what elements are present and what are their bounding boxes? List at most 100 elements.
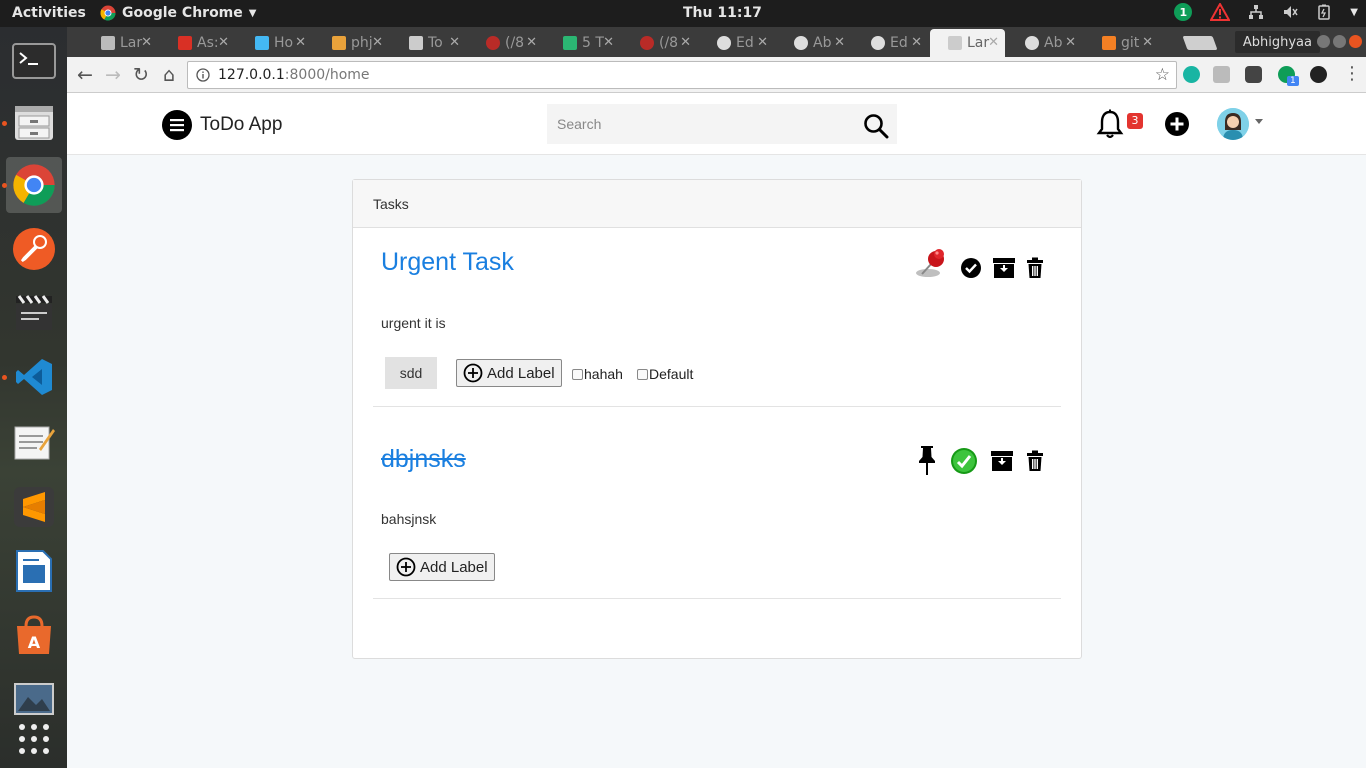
completed-check-icon[interactable] [950, 447, 978, 475]
add-label-button[interactable]: Add Label [456, 359, 562, 387]
browser-tab[interactable]: (/8 ✕ [622, 29, 697, 57]
dock-text-editor[interactable] [6, 413, 62, 469]
browser-tab[interactable]: Ab ✕ [1007, 29, 1082, 57]
new-tab-button[interactable] [1182, 36, 1218, 50]
update-badge[interactable]: 1 [1174, 3, 1193, 21]
dock-software-center[interactable]: A [6, 607, 62, 663]
dock-show-applications[interactable] [6, 711, 62, 767]
warning-icon[interactable] [1210, 3, 1231, 21]
files-icon [15, 106, 53, 140]
add-label-text: Add Label [420, 558, 488, 576]
hahah-checkbox[interactable] [572, 368, 583, 380]
browser-tab-strip: Lar ✕ As: ✕ Ho ✕ phj ✕ To ✕ (/8 ✕ 5 T ✕ (/8 ✕ Ed ✕ Ab ✕ Ed ✕ L… [67, 27, 1366, 57]
browser-tab[interactable]: Lar ✕ [930, 29, 1005, 57]
search-icon[interactable] [863, 113, 889, 139]
add-label-button[interactable]: Add Label [389, 553, 495, 581]
trash-icon[interactable] [1026, 257, 1044, 279]
activities-button[interactable]: Activities [12, 5, 86, 21]
label-option-default[interactable]: Default [637, 366, 693, 382]
extension-mail-icon[interactable] [1213, 66, 1230, 83]
clock[interactable]: Thu 11:17 [683, 5, 762, 21]
task-title[interactable]: dbjnsks [381, 445, 466, 474]
profile-button[interactable]: Abhighyaa [1234, 31, 1320, 53]
task-title[interactable]: Urgent Task [381, 248, 514, 277]
browser-tab-label: 5 T [582, 35, 604, 51]
battery-icon[interactable] [1316, 4, 1332, 20]
trash-icon[interactable] [1026, 450, 1044, 472]
close-tab-icon[interactable]: ✕ [680, 35, 691, 50]
app-menu[interactable]: Google Chrome ▼ [100, 5, 256, 21]
close-tab-icon[interactable]: ✕ [141, 35, 152, 50]
app-menu-label: Google Chrome [122, 5, 243, 21]
close-tab-icon[interactable]: ✕ [295, 35, 306, 50]
browser-tab[interactable]: Ho ✕ [237, 29, 312, 57]
minimize-button[interactable] [1317, 35, 1330, 48]
close-window-button[interactable] [1349, 35, 1362, 48]
extension-keep-icon[interactable] [1245, 66, 1262, 83]
browser-tab[interactable]: phj ✕ [314, 29, 389, 57]
dock-writer[interactable] [6, 543, 62, 599]
dock-postman[interactable] [6, 221, 62, 277]
close-tab-icon[interactable]: ✕ [218, 35, 229, 50]
network-icon[interactable] [1248, 4, 1264, 20]
dock-video-editor[interactable] [6, 285, 62, 341]
hamburger-menu-icon[interactable] [162, 110, 192, 140]
task-label-chip[interactable]: sdd [385, 357, 437, 389]
maximize-button[interactable] [1333, 35, 1346, 48]
browser-tab[interactable]: (/8 ✕ [468, 29, 543, 57]
dock-chrome[interactable] [6, 157, 62, 213]
dock-files[interactable] [6, 95, 62, 151]
forward-button[interactable]: → [103, 65, 123, 85]
system-menu-chevron-icon[interactable]: ▼ [1350, 7, 1358, 18]
close-tab-icon[interactable]: ✕ [449, 35, 460, 50]
complete-check-icon[interactable] [960, 257, 982, 279]
close-tab-icon[interactable]: ✕ [757, 35, 768, 50]
browser-tab[interactable]: Ed ✕ [699, 29, 774, 57]
link-icon [563, 36, 577, 50]
browser-menu-icon[interactable]: ⋮ [1343, 64, 1361, 84]
close-tab-icon[interactable]: ✕ [372, 35, 383, 50]
add-task-icon[interactable] [1164, 111, 1190, 137]
browser-tab[interactable]: git ✕ [1084, 29, 1159, 57]
home-button[interactable]: ⌂ [159, 65, 179, 85]
label-option-hahah[interactable]: hahah [572, 366, 623, 382]
browser-toolbar: ← → ↻ ⌂ 127.0.0.1:8000/home ☆ 1 ⋮ [67, 57, 1366, 93]
close-tab-icon[interactable]: ✕ [988, 35, 999, 50]
browser-tab[interactable]: Lar ✕ [83, 29, 158, 57]
close-tab-icon[interactable]: ✕ [1142, 35, 1153, 50]
user-avatar[interactable] [1217, 108, 1249, 140]
volume-icon[interactable] [1282, 4, 1298, 20]
browser-tab[interactable]: Ed ✕ [853, 29, 928, 57]
browser-tab[interactable]: To ✕ [391, 29, 466, 57]
pushpin-pinned-icon[interactable] [914, 248, 950, 280]
close-tab-icon[interactable]: ✕ [603, 35, 614, 50]
dock-vscode[interactable] [6, 349, 62, 405]
close-tab-icon[interactable]: ✕ [1065, 35, 1076, 50]
browser-tab[interactable]: 5 T ✕ [545, 29, 620, 57]
bell-icon[interactable] [1096, 109, 1124, 139]
quora-icon [640, 36, 654, 50]
close-tab-icon[interactable]: ✕ [526, 35, 537, 50]
brand[interactable]: ToDo App [162, 110, 282, 140]
pushpin-unpinned-icon[interactable] [916, 445, 938, 477]
archive-icon[interactable] [990, 450, 1014, 472]
extension-chat-icon[interactable] [1310, 66, 1327, 83]
close-tab-icon[interactable]: ✕ [834, 35, 845, 50]
user-menu-caret-icon[interactable] [1255, 119, 1263, 124]
browser-tab[interactable]: As: ✕ [160, 29, 235, 57]
postman-icon [13, 228, 55, 270]
flutter-icon [255, 36, 269, 50]
address-bar[interactable]: 127.0.0.1:8000/home ☆ [187, 61, 1177, 89]
default-checkbox[interactable] [637, 368, 648, 380]
reload-button[interactable]: ↻ [131, 65, 151, 85]
extension-m-icon[interactable] [1183, 66, 1200, 83]
search-input[interactable] [547, 104, 897, 144]
archive-icon[interactable] [992, 257, 1016, 279]
close-tab-icon[interactable]: ✕ [911, 35, 922, 50]
browser-tab-label: Ed [736, 35, 754, 51]
dock-sublime[interactable] [6, 479, 62, 535]
back-button[interactable]: ← [75, 65, 95, 85]
bookmark-star-icon[interactable]: ☆ [1155, 65, 1170, 85]
dock-terminal[interactable] [6, 33, 62, 89]
browser-tab[interactable]: Ab ✕ [776, 29, 851, 57]
